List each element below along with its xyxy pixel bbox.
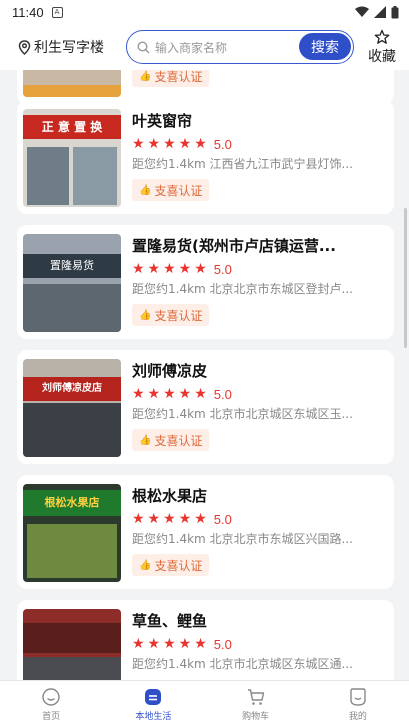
tab-label: 本地生活 — [135, 712, 172, 722]
tab-cart[interactable]: 购物车 — [205, 681, 307, 727]
search-icon — [137, 40, 150, 53]
shop-info: 👍 支喜认证 — [132, 70, 382, 87]
rating-row: ★★★★★ 5.0 — [132, 635, 382, 653]
tab-label: 首页 — [42, 712, 61, 722]
wifi-icon — [355, 6, 369, 17]
shop-info: 根松水果店 ★★★★★ 5.0 距您约1.4km 北京北京市东城区兴国路... … — [132, 485, 382, 576]
thumbs-up-icon: 👍 — [139, 184, 152, 196]
shop-info: 草鱼、鲤鱼 ★★★★★ 5.0 距您约1.4km 北京市北京城区东城区通... — [132, 610, 382, 673]
shop-card[interactable]: 根松水果店 根松水果店 ★★★★★ 5.0 距您约1.4km 北京北京市东城区兴… — [17, 475, 394, 589]
shop-info: 叶英窗帘 ★★★★★ 5.0 距您约1.4km 江西省九江市武宁县灯饰... 👍… — [132, 110, 382, 201]
shop-thumbnail: 置隆易货 — [23, 234, 121, 332]
shop-address: 距您约1.4km 北京市北京城区东城区通... — [132, 657, 353, 671]
bottom-tab-bar: 首页 本地生活 购物车 我的 — [0, 680, 409, 727]
rating-value: 5.0 — [213, 636, 232, 652]
shop-card[interactable]: 正 意 置 换 叶英窗帘 ★★★★★ 5.0 距您约1.4km 江西省九江市武宁… — [17, 100, 394, 214]
badge-label: 支喜认证 — [154, 433, 203, 448]
thumbs-up-icon: 👍 — [139, 70, 152, 82]
shop-name: 草鱼、鲤鱼 — [132, 612, 208, 630]
badge-label: 支喜认证 — [154, 70, 203, 84]
header: 利生写字楼 输入商家名称 搜索 收藏 — [0, 24, 409, 70]
shop-thumbnail: 根松水果店 — [23, 484, 121, 582]
verified-badge: 👍 支喜认证 — [132, 429, 210, 451]
rating-value: 5.0 — [213, 511, 232, 527]
thumbs-up-icon: 👍 — [139, 559, 152, 571]
shop-thumbnail: 正 意 置 换 — [23, 109, 121, 207]
rating-stars: ★★★★★ — [132, 261, 210, 277]
verified-badge: 👍 支喜认证 — [132, 304, 210, 326]
verified-badge: 👍 支喜认证 — [132, 70, 210, 87]
screen: 11:40 A 利生写字楼 输入商家名称 搜索 收藏 👍 支喜认证 正 意 置 … — [0, 0, 409, 727]
badge-label: 支喜认证 — [154, 558, 203, 573]
cart-icon — [247, 689, 264, 705]
rating-value: 5.0 — [213, 386, 232, 402]
tab-label: 我的 — [348, 712, 367, 722]
status-icons — [355, 5, 399, 19]
rating-value: 5.0 — [213, 136, 232, 152]
search-bar[interactable]: 输入商家名称 搜索 — [126, 30, 354, 64]
star-outline-icon — [374, 29, 390, 44]
battery-icon — [391, 5, 399, 18]
shop-card[interactable]: 刘师傅凉皮店 刘师傅凉皮 ★★★★★ 5.0 距您约1.4km 北京市北京城区东… — [17, 350, 394, 464]
rating-stars: ★★★★★ — [132, 386, 210, 402]
tab-label: 购物车 — [242, 712, 270, 722]
rating-stars: ★★★★★ — [132, 136, 210, 152]
shop-name: 根松水果店 — [132, 487, 208, 505]
tab-profile[interactable]: 我的 — [307, 681, 409, 727]
shop-name: 叶英窗帘 — [132, 112, 193, 130]
shop-card[interactable]: 草鱼、鲤鱼 ★★★★★ 5.0 距您约1.4km 北京市北京城区东城区通... — [17, 600, 394, 680]
tab-local-life[interactable]: 本地生活 — [102, 681, 204, 727]
badge-label: 支喜认证 — [154, 308, 203, 323]
badge-label: 支喜认证 — [154, 183, 203, 198]
location-label: 利生写字楼 — [34, 40, 104, 56]
local-life-icon — [145, 689, 162, 705]
favorite-button[interactable]: 收藏 — [362, 29, 402, 66]
shop-sign: 正 意 置 换 — [23, 115, 121, 139]
verified-badge: 👍 支喜认证 — [132, 179, 210, 201]
shop-thumbnail: 刘师傅凉皮店 — [23, 359, 121, 457]
shop-list: 👍 支喜认证 正 意 置 换 叶英窗帘 ★★★★★ 5.0 距您约1.4km 江西… — [0, 70, 409, 680]
rating-stars: ★★★★★ — [132, 636, 210, 652]
shop-address: 距您约1.4km 北京市北京城区东城区玉... — [132, 407, 353, 421]
rating-stars: ★★★★★ — [132, 511, 210, 527]
location-selector[interactable]: 利生写字楼 — [18, 37, 122, 57]
shop-address: 距您约1.4km 北京北京市东城区登封卢... — [132, 282, 353, 296]
rating-row: ★★★★★ 5.0 — [132, 385, 382, 403]
rating-row: ★★★★★ 5.0 — [132, 510, 382, 528]
notification-icon: A — [51, 6, 63, 18]
rating-row: ★★★★★ 5.0 — [132, 135, 382, 153]
search-input[interactable]: 输入商家名称 — [155, 39, 227, 56]
shop-address: 距您约1.4km 北京北京市东城区兴国路... — [132, 532, 353, 546]
scrollbar[interactable] — [404, 208, 407, 348]
shop-info: 置隆易货(郑州市卢店镇运营... ★★★★★ 5.0 距您约1.4km 北京北京… — [132, 235, 382, 326]
status-time: 11:40 — [12, 4, 44, 20]
thumbs-up-icon: 👍 — [139, 434, 152, 446]
signal-icon — [374, 6, 386, 18]
verified-badge: 👍 支喜认证 — [132, 554, 210, 576]
home-icon — [42, 688, 60, 706]
shop-info: 刘师傅凉皮 ★★★★★ 5.0 距您约1.4km 北京市北京城区东城区玉... … — [132, 360, 382, 451]
shop-sign: 刘师傅凉皮店 — [23, 377, 121, 401]
favorite-label: 收藏 — [368, 48, 396, 65]
status-bar: 11:40 A — [0, 0, 409, 24]
thumbs-up-icon: 👍 — [139, 309, 152, 321]
rating-value: 5.0 — [213, 261, 232, 277]
shop-name: 置隆易货(郑州市卢店镇运营... — [132, 237, 336, 255]
rating-row: ★★★★★ 5.0 — [132, 260, 382, 278]
shop-address: 距您约1.4km 江西省九江市武宁县灯饰... — [132, 157, 353, 171]
shop-thumbnail — [23, 609, 121, 680]
shop-thumbnail — [23, 70, 121, 97]
shop-card-partial[interactable]: 👍 支喜认证 — [17, 70, 394, 104]
location-pin-icon — [18, 39, 31, 55]
tab-home[interactable]: 首页 — [0, 681, 102, 727]
profile-icon — [350, 688, 366, 706]
shop-card[interactable]: 置隆易货 置隆易货(郑州市卢店镇运营... ★★★★★ 5.0 距您约1.4km… — [17, 225, 394, 339]
shop-sign: 根松水果店 — [23, 490, 121, 516]
shop-name: 刘师傅凉皮 — [132, 362, 208, 380]
shop-sign: 置隆易货 — [23, 254, 121, 278]
search-button[interactable]: 搜索 — [299, 33, 351, 60]
